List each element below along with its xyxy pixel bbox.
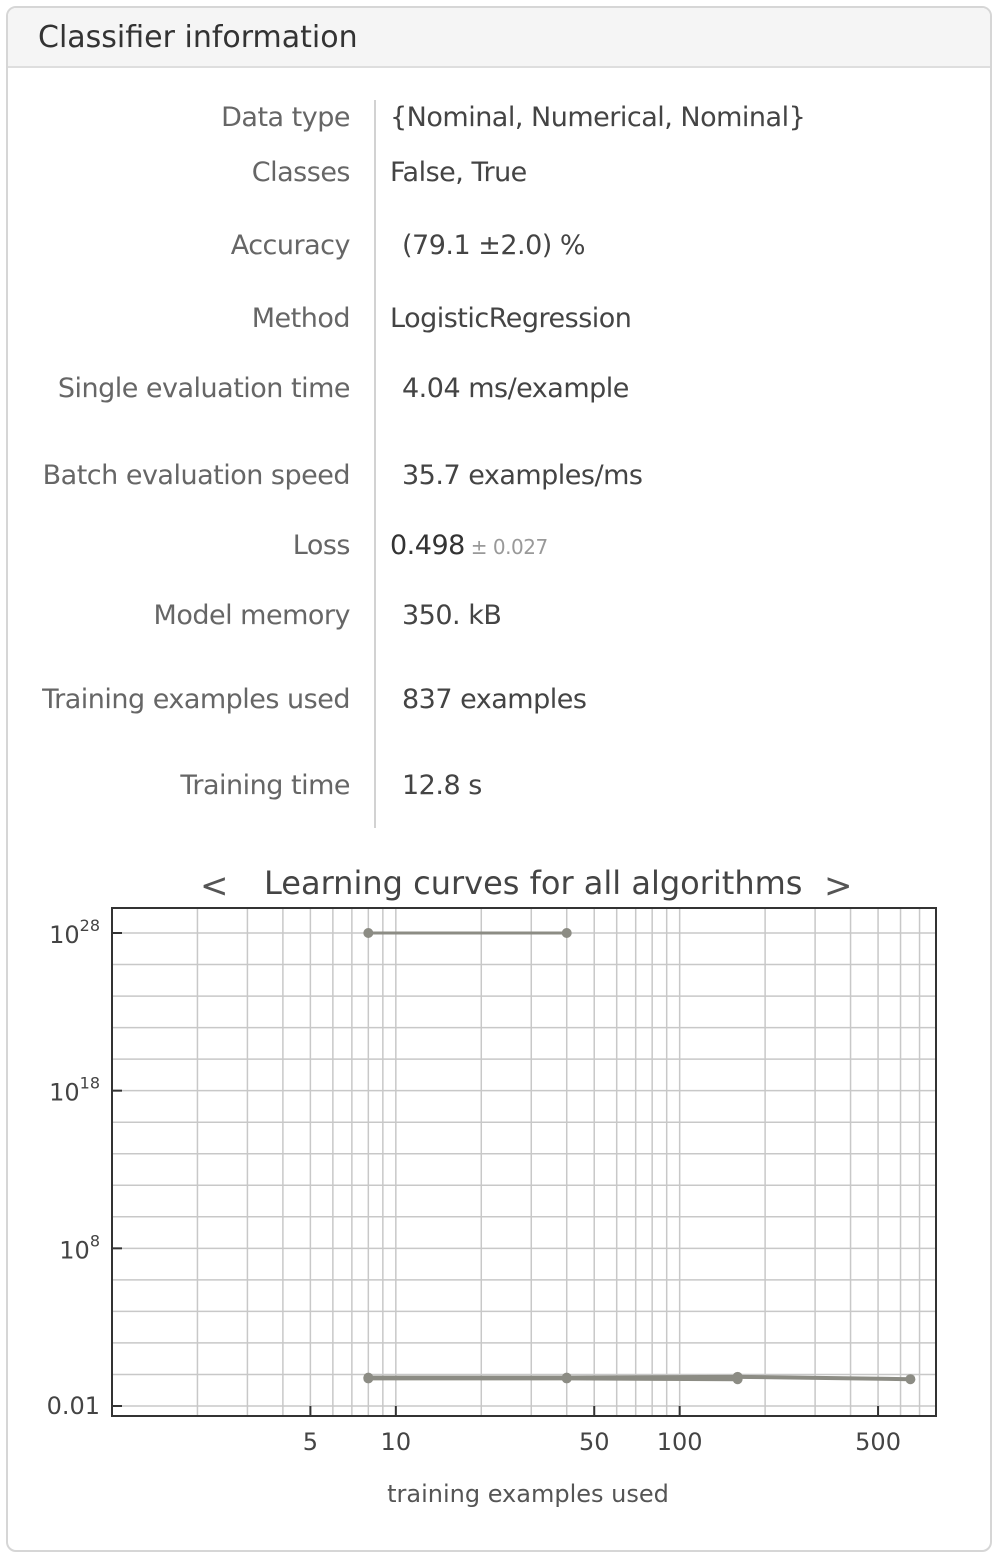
plot-frame [111, 907, 937, 1417]
y-tick-label: 108 [59, 1231, 100, 1264]
x-tick-label: 500 [855, 1428, 901, 1456]
y-tick-label: 1018 [49, 1074, 100, 1107]
series-point [363, 928, 374, 938]
series-point [732, 1374, 743, 1385]
series-point [905, 1374, 916, 1385]
x-tick-label: 10 [381, 1428, 412, 1456]
series-point [363, 1373, 374, 1384]
x-tick-label: 100 [657, 1428, 703, 1456]
x-axis-label: training examples used [387, 1480, 669, 1508]
y-axis-ticks: 0.01 108 1018 1028 [47, 916, 122, 1420]
x-axis-ticks: 5 10 50 100 500 [303, 1406, 901, 1456]
series-line [368, 1376, 738, 1382]
learning-curves-chart: 0.01 108 1018 1028 5 10 50 100 500 training exa… [47, 907, 937, 1508]
x-tick-label: 50 [579, 1428, 610, 1456]
series-point [561, 1373, 572, 1384]
x-tick-label: 5 [303, 1428, 318, 1456]
y-tick-label: 1028 [49, 916, 100, 949]
chart-grid [111, 908, 937, 1416]
series-point [561, 928, 572, 938]
classifier-information-panel: Classifier information Data type {Nomina… [6, 6, 992, 1552]
y-tick-label: 0.01 [47, 1392, 100, 1420]
